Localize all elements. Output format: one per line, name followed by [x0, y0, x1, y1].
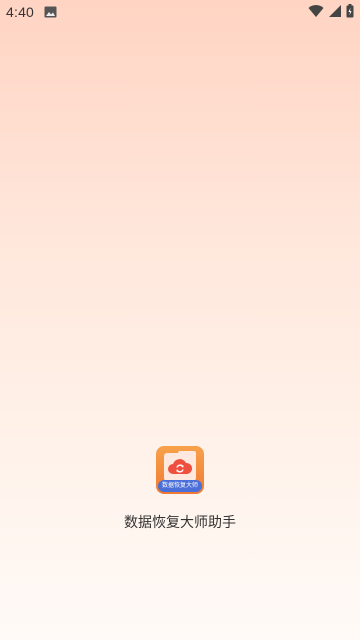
icon-badge-label: 数据恢复大师 [158, 480, 202, 492]
status-bar-right [308, 3, 354, 22]
app-name-label: 数据恢复大师助手 [124, 515, 236, 531]
cellular-signal-icon [328, 3, 342, 22]
splash-screen: 4:40 数据恢复大师 数据恢复大师助手 [0, 0, 360, 640]
status-bar-left: 4:40 [6, 3, 57, 22]
status-bar: 4:40 [0, 0, 360, 24]
cloud-sync-icon [168, 459, 193, 474]
image-notification-icon [44, 3, 57, 22]
wifi-icon [308, 3, 324, 22]
battery-icon [346, 3, 354, 22]
app-icon: 数据恢复大师 [156, 446, 204, 494]
splash-content: 数据恢复大师 数据恢复大师助手 [0, 446, 360, 532]
status-time: 4:40 [6, 4, 35, 20]
